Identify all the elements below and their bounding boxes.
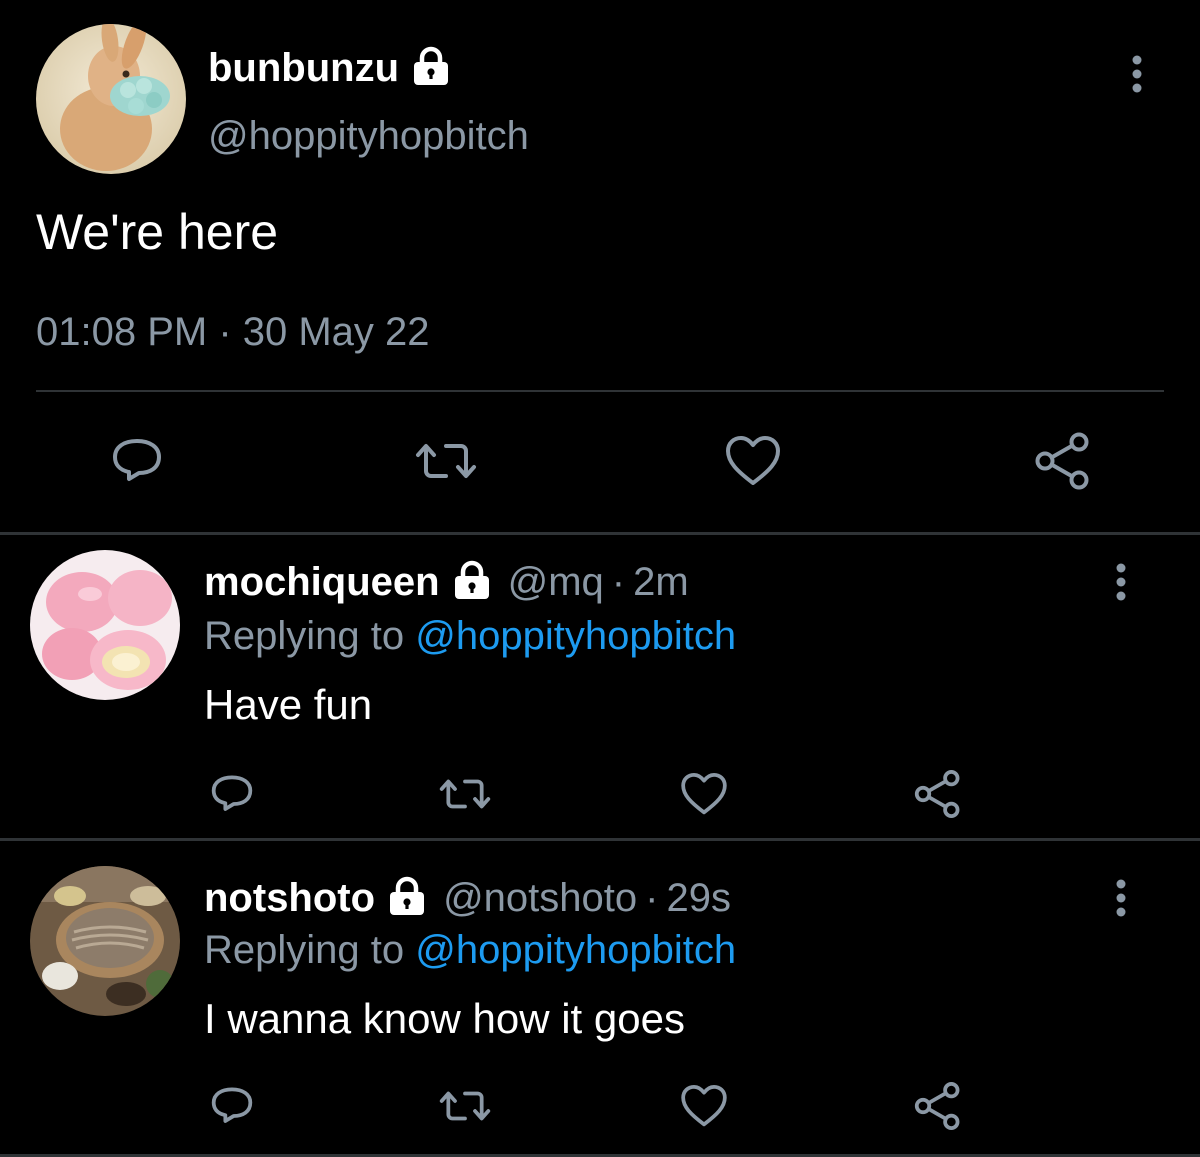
reply-time: 2m [633,560,689,604]
replying-to-handle-link[interactable]: @hoppityhopbitch [415,614,736,658]
author-handle[interactable]: @hoppityhopbitch [208,112,529,160]
divider [0,838,1200,841]
lock-icon [407,46,455,91]
tweet-thread-screen: bunbunzu @hoppityhopbitch We're here 01:… [0,0,1200,1157]
share-icon [914,770,960,818]
retweet-icon [416,444,476,478]
like-icon [681,1084,727,1127]
bunny-avatar-image [36,24,186,174]
replying-to: Replying to @hoppityhopbitch [204,612,736,660]
replying-to-label: Replying to [204,928,405,972]
reply-button[interactable] [106,430,168,492]
separator-dot: · [645,876,659,920]
reply-time: 29s [666,876,731,920]
retweet-button[interactable] [410,430,482,492]
share-button[interactable] [910,766,966,822]
reply-text: Have fun [204,681,373,728]
like-icon [726,436,780,485]
more-options-icon[interactable] [1108,560,1134,609]
more-options-icon[interactable] [1124,52,1150,101]
reply-icon [211,1087,253,1123]
replying-to-handle-link[interactable]: @hoppityhopbitch [415,928,736,972]
avatar[interactable] [36,24,186,174]
share-button[interactable] [910,1078,966,1134]
retweet-button[interactable] [434,1078,496,1134]
lock-icon [448,560,496,605]
retweet-icon [439,779,491,809]
like-button[interactable] [722,430,784,492]
retweet-button[interactable] [434,766,496,822]
divider [36,390,1164,392]
share-button[interactable] [1032,430,1094,492]
author-display-name[interactable]: mochiqueen [204,558,440,606]
reply-icon [113,439,161,481]
retweet-icon [439,1091,491,1121]
more-options-icon[interactable] [1108,876,1134,925]
share-icon [1035,432,1089,490]
soba-avatar-image [30,866,180,1016]
reply-header: notshoto @notshoto · 29s [204,874,731,922]
main-tweet: bunbunzu @hoppityhopbitch We're here 01:… [0,0,1200,532]
reply-button[interactable] [204,1078,260,1134]
replying-to: Replying to @hoppityhopbitch [204,926,736,974]
reply-header: mochiqueen @mq · 2m [204,558,689,606]
author-display-name[interactable]: bunbunzu [208,44,399,92]
replying-to-label: Replying to [204,614,405,658]
share-icon [914,1082,960,1130]
reply-button[interactable] [204,766,260,822]
avatar[interactable] [30,866,180,1016]
like-button[interactable] [676,1078,732,1134]
author-handle[interactable]: @notshoto [443,874,637,922]
author-display-name[interactable]: notshoto [204,874,375,922]
author-handle[interactable]: @mq [508,558,604,606]
like-icon [681,772,727,815]
avatar[interactable] [30,550,180,700]
mochi-avatar-image [30,550,180,700]
author-name-row: bunbunzu [208,44,455,92]
reply-text: I wanna know how it goes [204,995,685,1042]
divider [0,532,1200,535]
like-button[interactable] [676,766,732,822]
separator-dot: · [611,560,626,604]
reply-icon [211,775,253,811]
tweet-text: We're here [36,204,279,260]
lock-icon [383,876,431,921]
tweet-timestamp: 01:08 PM · 30 May 22 [36,310,430,354]
